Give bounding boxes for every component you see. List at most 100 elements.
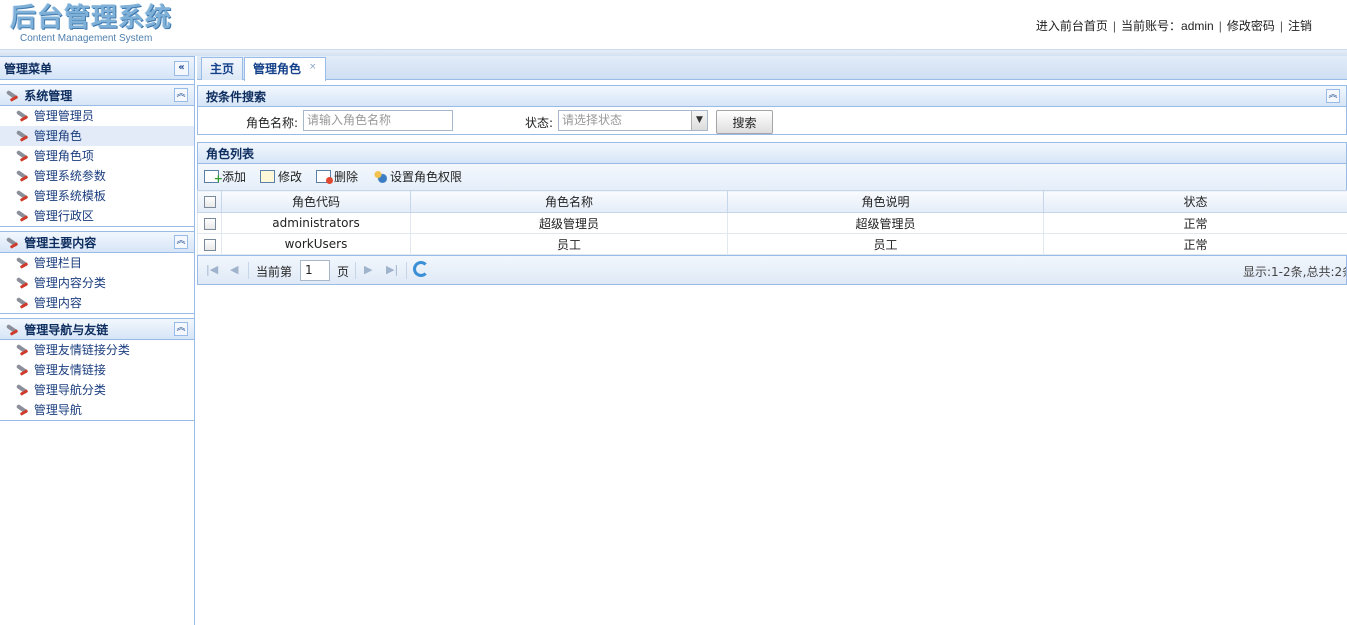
- menu-group-header[interactable]: 管理主要内容 ︽: [0, 231, 194, 253]
- logout-link[interactable]: 注销: [1288, 19, 1312, 33]
- column-header[interactable]: 状态: [1043, 190, 1347, 213]
- column-header[interactable]: 角色名称: [410, 190, 728, 213]
- tools-icon: [14, 150, 30, 164]
- sidebar-item-system-params[interactable]: 管理系统参数: [0, 166, 194, 186]
- select-all-cell: [197, 190, 222, 213]
- sidebar-title: 管理菜单 «: [0, 56, 194, 80]
- delete-icon: [316, 170, 333, 184]
- sidebar-item-nav[interactable]: 管理导航: [0, 400, 194, 420]
- page-number-input[interactable]: 1: [300, 260, 330, 281]
- column-header[interactable]: 角色代码: [221, 190, 411, 213]
- add-icon: [204, 170, 223, 188]
- logo: 后台管理系统 Content Management System: [10, 2, 172, 44]
- table-row[interactable]: workUsers 员工 员工 正常: [197, 233, 1347, 255]
- sidebar-item-regions[interactable]: 管理行政区: [0, 206, 194, 226]
- tools-icon: [14, 190, 30, 204]
- app-subtitle: Content Management System: [20, 33, 153, 44]
- header: 后台管理系统 Content Management System 进入前台首页 |…: [0, 0, 1347, 50]
- role-status-cell: 正常: [1043, 233, 1347, 255]
- search-button[interactable]: 搜索: [716, 110, 773, 134]
- column-header[interactable]: 角色说明: [727, 190, 1044, 213]
- role-code-cell: workUsers: [221, 233, 411, 255]
- tab-bar: 主页 管理角色 ×: [197, 56, 1347, 81]
- role-name-cell: 员工: [410, 233, 728, 255]
- next-page-icon[interactable]: ▶: [364, 263, 372, 276]
- role-code-cell: administrators: [221, 212, 411, 234]
- collapse-group-icon[interactable]: ︽: [174, 322, 188, 336]
- current-account: 当前账号：admin: [1121, 19, 1214, 33]
- sidebar-item-role-items[interactable]: 管理角色项: [0, 146, 194, 166]
- sidebar-item-content[interactable]: 管理内容: [0, 293, 194, 313]
- tools-icon: [14, 404, 30, 418]
- sidebar-item-admins[interactable]: 管理管理员: [0, 106, 194, 126]
- last-page-icon[interactable]: ▶|: [386, 263, 398, 276]
- status-select[interactable]: 请选择状态 ▼: [558, 110, 708, 131]
- role-desc-cell: 超级管理员: [727, 212, 1044, 234]
- app-title: 后台管理系统: [10, 3, 173, 33]
- delete-button[interactable]: 删除: [316, 168, 358, 186]
- tools-icon: [4, 90, 20, 104]
- users-icon: [372, 170, 387, 183]
- status-label: 状态:: [525, 116, 554, 130]
- grid-panel-header: 角色列表: [197, 142, 1347, 164]
- header-divider: [0, 49, 1347, 56]
- menu-group-nav-links: 管理导航与友链 ︽ 管理友情链接分类 管理友情链接 管理导航分类 管理导航: [0, 318, 194, 421]
- sidebar-item-links[interactable]: 管理友情链接: [0, 360, 194, 380]
- menu-group-header[interactable]: 系统管理 ︽: [0, 84, 194, 106]
- tools-icon: [14, 130, 30, 144]
- tools-icon: [14, 384, 30, 398]
- role-status-cell: 正常: [1043, 212, 1347, 234]
- tools-icon: [14, 110, 30, 124]
- prev-page-icon[interactable]: ◀: [230, 263, 238, 276]
- first-page-icon[interactable]: |◀: [206, 263, 218, 276]
- tools-icon: [14, 297, 30, 311]
- sidebar-item-nav-categories[interactable]: 管理导航分类: [0, 380, 194, 400]
- sidebar-item-link-categories[interactable]: 管理友情链接分类: [0, 340, 194, 360]
- main-content: 主页 管理角色 × 按条件搜索 ︽ 角色名称: 请输入角色名称 状态: 请选择状态…: [197, 56, 1347, 625]
- tools-icon: [14, 344, 30, 358]
- sidebar-item-system-templates[interactable]: 管理系统模板: [0, 186, 194, 206]
- tab-home[interactable]: 主页: [201, 57, 244, 80]
- front-page-link[interactable]: 进入前台首页: [1036, 19, 1108, 33]
- grid-toolbar: 添加 修改 删除 设置角色权限: [197, 164, 1347, 190]
- role-grid-panel: 角色列表 添加 修改 删除 设置角色权限 角色代码 角色名称 角色说明 状态: [197, 142, 1347, 285]
- role-table: 角色代码 角色名称 角色说明 状态 administrators 超级管理员 超…: [197, 190, 1347, 255]
- tools-icon: [14, 170, 30, 184]
- add-button[interactable]: 添加: [204, 168, 246, 188]
- collapse-panel-icon[interactable]: ︽: [1326, 89, 1340, 103]
- set-permissions-button[interactable]: 设置角色权限: [372, 168, 462, 186]
- top-links: 进入前台首页 | 当前账号：admin | 修改密码 | 注销: [1035, 19, 1312, 33]
- collapse-group-icon[interactable]: ︽: [174, 88, 188, 102]
- pagination-bar: |◀ ◀ 当前第 1 页 ▶ ▶| 显示:1-2条,总共:2条: [197, 255, 1347, 285]
- close-tab-icon[interactable]: ×: [309, 62, 317, 72]
- menu-group-header[interactable]: 管理导航与友链 ︽: [0, 318, 194, 340]
- tools-icon: [14, 364, 30, 378]
- change-password-link[interactable]: 修改密码: [1227, 19, 1275, 33]
- row-checkbox[interactable]: [203, 238, 216, 251]
- chevron-down-icon[interactable]: ▼: [691, 111, 707, 130]
- sidebar-item-columns[interactable]: 管理栏目: [0, 253, 194, 273]
- sidebar-item-content-categories[interactable]: 管理内容分类: [0, 273, 194, 293]
- edit-button[interactable]: 修改: [260, 168, 302, 186]
- collapse-group-icon[interactable]: ︽: [174, 235, 188, 249]
- sidebar-item-roles[interactable]: 管理角色: [0, 126, 194, 146]
- row-select-cell: [197, 233, 222, 255]
- role-name-input[interactable]: 请输入角色名称: [303, 110, 453, 131]
- current-page-label: 当前第: [256, 265, 293, 279]
- role-desc-cell: 员工: [727, 233, 1044, 255]
- role-name-cell: 超级管理员: [410, 212, 728, 234]
- edit-icon: [260, 170, 275, 183]
- refresh-icon[interactable]: [413, 261, 429, 277]
- select-all-checkbox[interactable]: [203, 196, 216, 208]
- sidebar: 管理菜单 « 系统管理 ︽ 管理管理员 管理角色 管理角色项 管理系统参数 管理…: [0, 56, 195, 625]
- table-header-row: 角色代码 角色名称 角色说明 状态: [197, 190, 1347, 213]
- tools-icon: [14, 210, 30, 224]
- table-row[interactable]: administrators 超级管理员 超级管理员 正常: [197, 212, 1347, 234]
- menu-group-system: 系统管理 ︽ 管理管理员 管理角色 管理角色项 管理系统参数 管理系统模板 管理…: [0, 84, 194, 227]
- tools-icon: [4, 324, 20, 338]
- row-checkbox[interactable]: [203, 217, 216, 230]
- sidebar-collapse-button[interactable]: «: [174, 61, 189, 76]
- tools-icon: [14, 257, 30, 271]
- tab-manage-roles[interactable]: 管理角色 ×: [244, 57, 326, 81]
- tools-icon: [4, 237, 20, 251]
